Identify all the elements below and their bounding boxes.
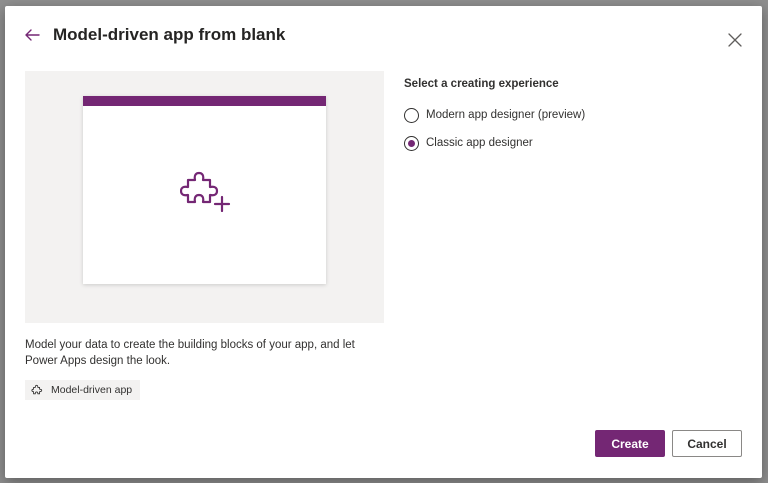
- create-app-dialog: Model-driven app from blank Model your d…: [5, 6, 762, 478]
- cancel-button[interactable]: Cancel: [672, 430, 742, 457]
- radio-label: Classic app designer: [426, 137, 533, 149]
- preview-card-header-bar: [83, 96, 326, 106]
- radio-modern-app-designer[interactable]: Modern app designer (preview): [404, 105, 585, 125]
- dialog-title: Model-driven app from blank: [53, 25, 286, 44]
- puzzle-add-icon: [180, 171, 231, 212]
- puzzle-icon: [31, 384, 43, 395]
- arrow-left-icon: [25, 29, 40, 41]
- app-type-tag: Model-driven app: [25, 380, 141, 400]
- experience-section-label: Select a creating experience: [404, 78, 559, 90]
- radio-button[interactable]: [404, 107, 419, 123]
- preview-panel: [25, 71, 384, 323]
- radio-button-checked[interactable]: [404, 135, 419, 151]
- app-type-tag-label: Model-driven app: [51, 384, 133, 396]
- close-button[interactable]: [725, 30, 745, 50]
- back-button[interactable]: [21, 24, 43, 46]
- close-icon: [728, 33, 742, 47]
- radio-label: Modern app designer (preview): [426, 109, 586, 121]
- radio-classic-app-designer[interactable]: Classic app designer: [404, 133, 533, 153]
- create-button[interactable]: Create: [595, 430, 665, 457]
- app-description: Model your data to create the building b…: [25, 339, 355, 367]
- preview-card: [83, 96, 326, 284]
